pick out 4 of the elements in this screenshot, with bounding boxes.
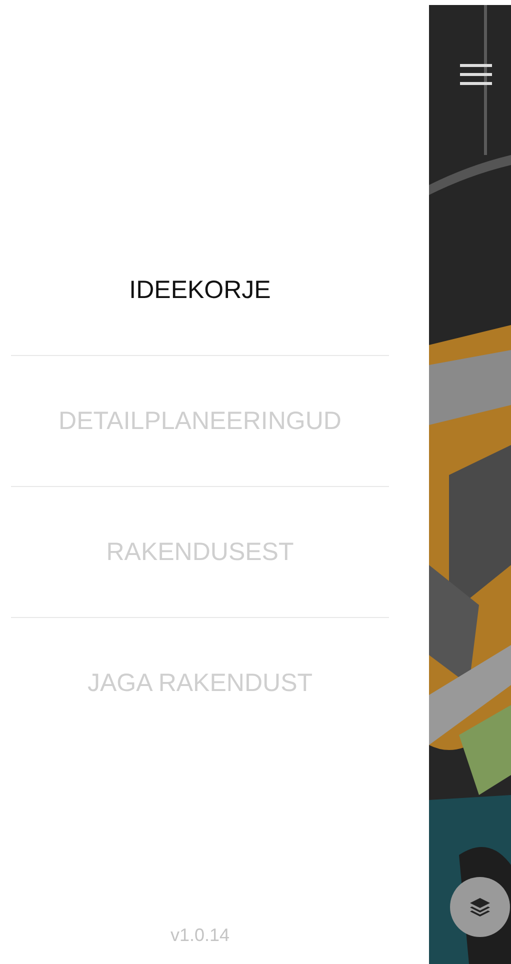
- layers-icon: [469, 897, 491, 917]
- menu-icon[interactable]: [460, 64, 492, 86]
- version-text: v1.0.14: [170, 925, 230, 946]
- menu-item[interactable]: IDEEKORJE: [11, 225, 389, 356]
